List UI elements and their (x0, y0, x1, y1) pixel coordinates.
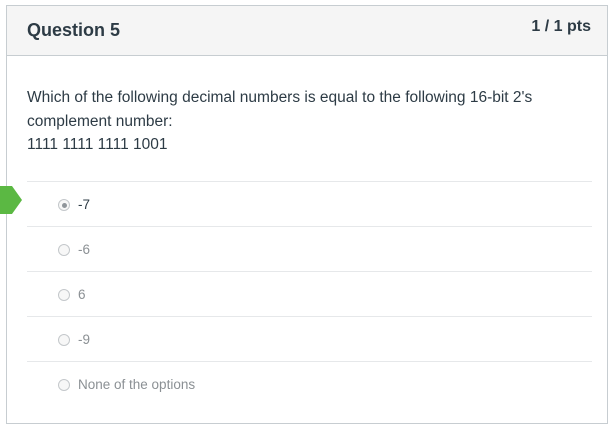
answer-option[interactable]: -6 (27, 226, 592, 271)
answer-label: None of the options (78, 377, 196, 392)
answer-option[interactable]: None of the options (27, 361, 592, 406)
answer-label: -9 (78, 332, 91, 347)
question-title: Question 5 (27, 20, 121, 40)
radio-button[interactable] (58, 334, 70, 346)
question-points: 1 / 1 pts (531, 18, 591, 35)
radio-button[interactable] (58, 289, 70, 301)
answer-option[interactable]: -7 (27, 181, 592, 226)
answer-list: -7 -6 6 -9 None of the options (27, 181, 592, 406)
radio-button[interactable] (58, 244, 70, 256)
answer-label: -7 (78, 197, 91, 212)
question-card: Question 5 1 / 1 pts Which of the follow… (6, 5, 608, 424)
question-text: Which of the following decimal numbers i… (27, 86, 587, 157)
answer-label: 6 (78, 287, 86, 302)
answer-option[interactable]: -9 (27, 316, 592, 361)
answer-label: -6 (78, 242, 91, 257)
answer-option[interactable]: 6 (27, 271, 592, 316)
question-prompt: Which of the following decimal numbers i… (27, 89, 533, 130)
question-binary-value: 1111 1111 1111 1001 (27, 136, 168, 153)
radio-button-selected[interactable] (58, 199, 70, 211)
question-header: Question 5 1 / 1 pts (7, 6, 607, 56)
radio-button[interactable] (58, 379, 70, 391)
